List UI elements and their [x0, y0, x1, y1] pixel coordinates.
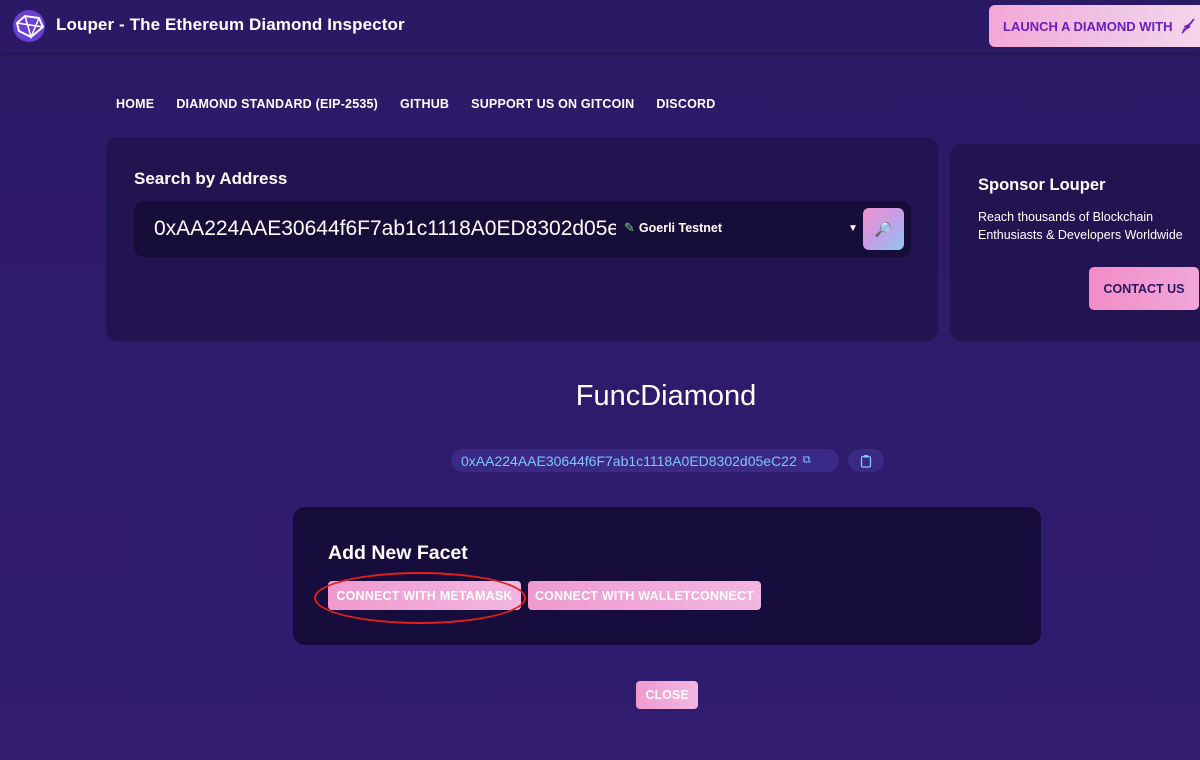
diamond-address: 0xAA224AAE30644f6F7ab1c1118A0ED8302d05eC…	[461, 452, 797, 469]
sponsor-title: Sponsor Louper	[978, 176, 1106, 194]
search-card: Search by Address ✎ Goerli Testnet ▼ 🔎	[106, 137, 938, 341]
diamond-address-link[interactable]: 0xAA224AAE30644f6F7ab1c1118A0ED8302d05eC…	[451, 449, 839, 472]
connect-walletconnect-button[interactable]: CONNECT WITH WALLETCONNECT	[528, 581, 761, 610]
sponsor-card: Sponsor Louper Reach thousands of Blockc…	[950, 144, 1200, 341]
main-nav: HOME DIAMOND STANDARD (EIP-2535) GITHUB …	[116, 97, 715, 111]
connect-metamask-button[interactable]: CONNECT WITH METAMASK	[328, 581, 521, 610]
network-label: Goerli Testnet	[638, 221, 723, 235]
page: Louper - The Ethereum Diamond Inspector …	[0, 0, 1200, 760]
feather-icon	[1181, 18, 1196, 34]
external-link-icon: ⧉	[802, 454, 811, 466]
clipboard-icon	[860, 454, 872, 468]
diamond-logo-icon	[13, 10, 45, 42]
pencil-icon: ✎	[624, 220, 635, 235]
app-title: Louper - The Ethereum Diamond Inspector	[56, 15, 405, 34]
add-facet-card: Add New Facet CONNECT WITH METAMASK CONN…	[293, 507, 1041, 645]
close-button[interactable]: CLOSE	[636, 681, 698, 709]
nav-gitcoin[interactable]: SUPPORT US ON GITCOIN	[471, 97, 634, 111]
sponsor-text: Reach thousands of Blockchain Enthusiast…	[978, 210, 1183, 242]
diamond-name: FuncDiamond	[575, 380, 757, 412]
launch-diamond-button[interactable]: LAUNCH A DIAMOND WITH	[989, 5, 1200, 47]
nav-home[interactable]: HOME	[116, 97, 154, 111]
app-header: Louper - The Ethereum Diamond Inspector …	[0, 0, 1200, 52]
search-bar: ✎ Goerli Testnet ▼ 🔎	[134, 201, 911, 257]
search-button[interactable]: 🔎	[863, 208, 904, 250]
nav-github[interactable]: GITHUB	[400, 97, 449, 111]
nav-discord[interactable]: DISCORD	[656, 97, 715, 111]
launch-diamond-label: LAUNCH A DIAMOND WITH	[1003, 18, 1173, 34]
magnifier-icon: 🔎	[874, 220, 893, 237]
address-search-input[interactable]	[154, 213, 616, 245]
facet-title: Add New Facet	[328, 542, 468, 564]
contact-us-button[interactable]: CONTACT US	[1089, 267, 1199, 310]
copy-address-button[interactable]	[848, 449, 884, 472]
nav-diamond-standard[interactable]: DIAMOND STANDARD (EIP-2535)	[176, 97, 378, 111]
caret-down-icon[interactable]: ▼	[848, 223, 858, 234]
network-select[interactable]: ✎ Goerli Testnet	[624, 220, 722, 236]
search-title: Search by Address	[134, 169, 288, 188]
